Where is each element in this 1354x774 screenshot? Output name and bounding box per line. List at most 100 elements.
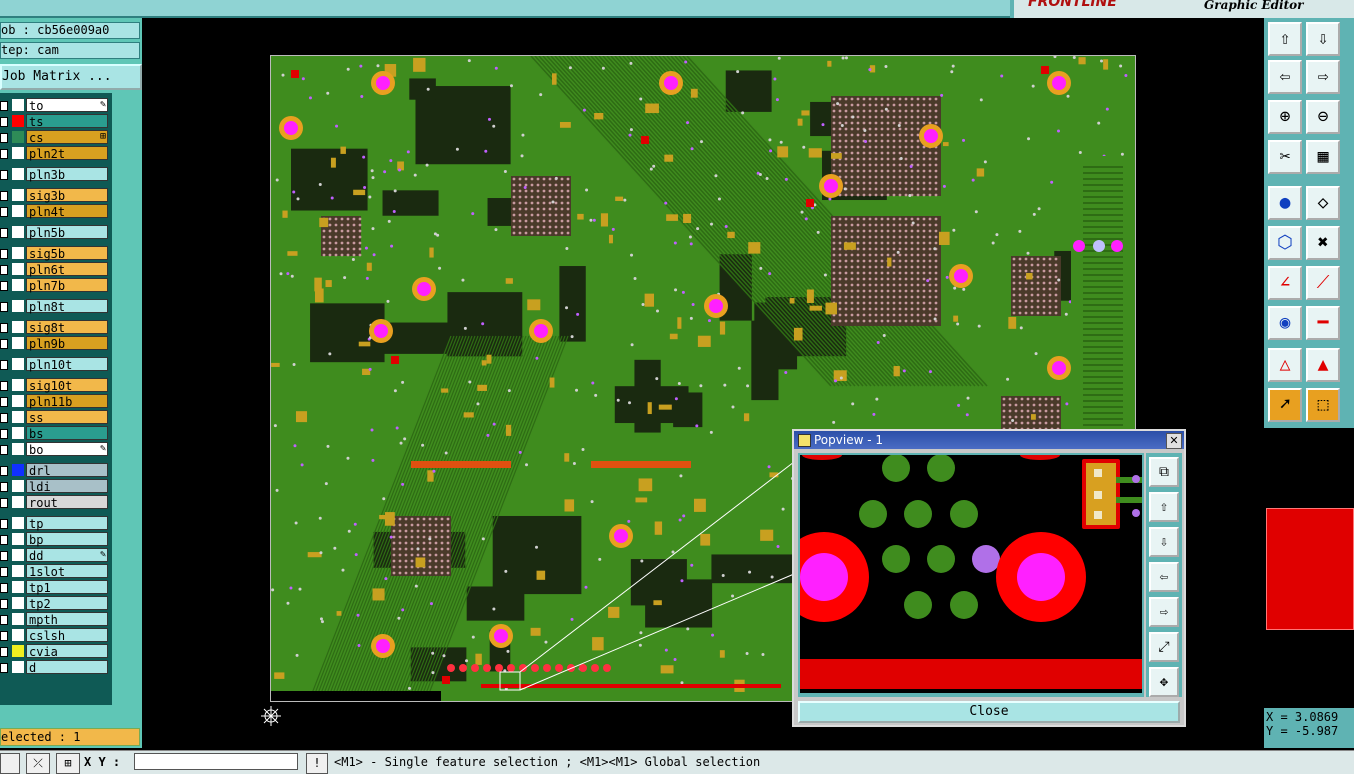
layer-color-swatch[interactable]: [12, 189, 24, 201]
layer-checkbox[interactable]: [0, 133, 8, 143]
layer-name[interactable]: pln2t: [26, 146, 108, 161]
layer-color-swatch[interactable]: [12, 480, 24, 492]
layer-checkbox[interactable]: [0, 429, 8, 439]
popview-titlebar[interactable]: Popview - 1 ✕: [794, 431, 1184, 449]
layer-color-swatch[interactable]: [12, 279, 24, 291]
layer-name[interactable]: ldi: [26, 479, 108, 494]
layer-checkbox[interactable]: [0, 445, 8, 455]
layer-row-sig10t[interactable]: sig10t: [0, 378, 112, 393]
layer-row-mpth[interactable]: mpth: [0, 612, 112, 627]
layer-color-swatch[interactable]: [12, 443, 24, 455]
layer-checkbox[interactable]: [0, 631, 8, 641]
layer-row-pln5b[interactable]: pln5b: [0, 225, 112, 240]
layer-checkbox[interactable]: [0, 323, 8, 333]
layer-color-swatch[interactable]: [12, 549, 24, 561]
layer-checkbox[interactable]: [0, 567, 8, 577]
layer-checkbox[interactable]: [0, 647, 8, 657]
layer-row-pln11b[interactable]: pln11b: [0, 394, 112, 409]
tool-button-1[interactable]: [0, 753, 20, 774]
layer-row-bp[interactable]: bp: [0, 532, 112, 547]
xy-input[interactable]: [134, 753, 298, 770]
snap-point-button[interactable]: ●: [1268, 186, 1302, 220]
layer-color-swatch[interactable]: [12, 379, 24, 391]
triangle-alt-button[interactable]: ▲: [1306, 348, 1340, 382]
layer-checkbox[interactable]: [0, 149, 8, 159]
layer-checkbox[interactable]: [0, 498, 8, 508]
layer-row-drl[interactable]: drl: [0, 463, 112, 478]
layer-name[interactable]: drl: [26, 463, 108, 478]
layer-color-swatch[interactable]: [12, 263, 24, 275]
layer-color-swatch[interactable]: [12, 645, 24, 657]
popview-close-button[interactable]: Close: [798, 701, 1180, 723]
line-horizontal-button[interactable]: ━: [1306, 306, 1340, 340]
layer-checkbox[interactable]: [0, 413, 8, 423]
layer-name[interactable]: sig5b: [26, 246, 108, 261]
layer-checkbox[interactable]: [0, 397, 8, 407]
pan-left-icon[interactable]: ⇦: [1149, 562, 1179, 592]
layer-row-tp1[interactable]: tp1: [0, 580, 112, 595]
pan-down-button[interactable]: ⇩: [1306, 22, 1340, 56]
layer-row-1slot[interactable]: 1slot: [0, 564, 112, 579]
layer-color-swatch[interactable]: [12, 629, 24, 641]
pan-right-icon[interactable]: ⇨: [1149, 597, 1179, 627]
pan-up-button[interactable]: ⇧: [1268, 22, 1302, 56]
layer-name[interactable]: sig10t: [26, 378, 108, 393]
layer-name[interactable]: pln11b: [26, 394, 108, 409]
layer-name[interactable]: sig3b: [26, 188, 108, 203]
layer-name[interactable]: dd: [26, 548, 108, 563]
layer-color-swatch[interactable]: [12, 517, 24, 529]
layer-color-swatch[interactable]: [12, 205, 24, 217]
job-matrix-button[interactable]: Job Matrix ...: [0, 64, 142, 90]
layer-row-rout[interactable]: rout: [0, 495, 112, 510]
layer-name[interactable]: pln9b: [26, 336, 108, 351]
layer-row-pln7b[interactable]: pln7b: [0, 278, 112, 293]
layer-checkbox[interactable]: [0, 207, 8, 217]
layer-color-swatch[interactable]: [12, 226, 24, 238]
popview-viewport[interactable]: [800, 455, 1142, 693]
layer-name[interactable]: ss: [26, 410, 108, 425]
layer-row-tp2[interactable]: tp2: [0, 596, 112, 611]
layer-row-d[interactable]: d: [0, 660, 112, 675]
select-box-button[interactable]: ⬚: [1306, 388, 1340, 422]
layer-color-swatch[interactable]: [12, 131, 24, 143]
layer-name[interactable]: d: [26, 660, 108, 675]
layer-row-pln4t[interactable]: pln4t: [0, 204, 112, 219]
layer-checkbox[interactable]: [0, 663, 8, 673]
zoom-home-icon[interactable]: ✥: [1149, 667, 1179, 697]
layer-checkbox[interactable]: [0, 281, 8, 291]
layer-color-swatch[interactable]: [12, 464, 24, 476]
layer-color-swatch[interactable]: [12, 496, 24, 508]
pad-button[interactable]: ◉: [1268, 306, 1302, 340]
close-icon[interactable]: ✕: [1166, 433, 1182, 449]
triangle-button[interactable]: △: [1268, 348, 1302, 382]
layer-checkbox[interactable]: [0, 302, 8, 312]
layer-row-tp[interactable]: tp: [0, 516, 112, 531]
layer-row-sig8t[interactable]: sig8t: [0, 320, 112, 335]
layer-checkbox[interactable]: [0, 249, 8, 259]
layer-name[interactable]: pln5b: [26, 225, 108, 240]
zoom-out-button[interactable]: ⊖: [1306, 100, 1340, 134]
layer-row-sig5b[interactable]: sig5b: [0, 246, 112, 261]
layer-color-swatch[interactable]: [12, 661, 24, 673]
layer-name[interactable]: tp1: [26, 580, 108, 595]
line-angle-button[interactable]: ∠: [1268, 266, 1302, 300]
layer-row-cvia[interactable]: cvia: [0, 644, 112, 659]
layer-checkbox[interactable]: [0, 482, 8, 492]
layer-name[interactable]: ts: [26, 114, 108, 129]
layer-name[interactable]: cvia: [26, 644, 108, 659]
layer-checkbox[interactable]: [0, 117, 8, 127]
layer-checkbox[interactable]: [0, 519, 8, 529]
layer-row-pln6t[interactable]: pln6t: [0, 262, 112, 277]
layer-color-swatch[interactable]: [12, 99, 24, 111]
layer-name[interactable]: tp2: [26, 596, 108, 611]
layer-color-swatch[interactable]: [12, 300, 24, 312]
layer-name[interactable]: cs: [26, 130, 108, 145]
layer-color-swatch[interactable]: [12, 581, 24, 593]
layer-name[interactable]: pln10t: [26, 357, 108, 372]
layer-row-cs[interactable]: cs ⊞: [0, 130, 112, 145]
layer-name[interactable]: mpth: [26, 612, 108, 627]
layer-row-pln3b[interactable]: pln3b: [0, 167, 112, 182]
zoom-in-button[interactable]: ⊕: [1268, 100, 1302, 134]
layer-row-pln10t[interactable]: pln10t: [0, 357, 112, 372]
layer-name[interactable]: pln4t: [26, 204, 108, 219]
